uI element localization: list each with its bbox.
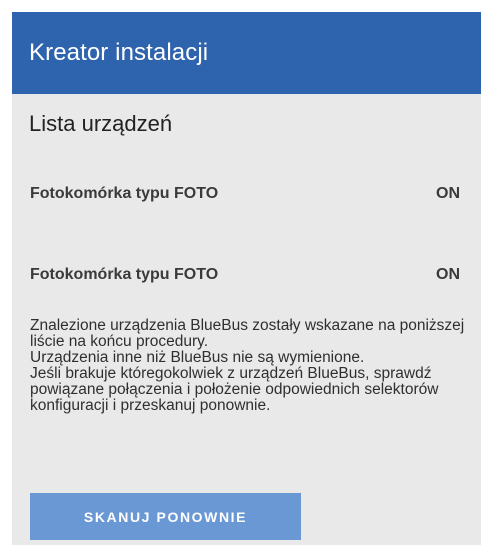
device-list-title: Lista urządzeń xyxy=(29,111,173,136)
device-status: ON xyxy=(436,185,460,202)
installation-wizard-panel: Kreator instalacji Lista urządzeń Fotoko… xyxy=(12,12,481,545)
page-title: Kreator instalacji xyxy=(29,39,209,66)
info-line: Urządzenia inne niż BlueBus nie są wymie… xyxy=(30,349,365,366)
list-item: Fotokomórka typu FOTO ON xyxy=(30,185,460,203)
info-line: Jeśli brakuje któregokolwiek z urządzeń … xyxy=(30,365,439,414)
info-text: Znalezione urządzenia BlueBus zostały ws… xyxy=(30,318,470,414)
device-status: ON xyxy=(436,266,460,283)
info-line: Znalezione urządzenia BlueBus zostały ws… xyxy=(30,317,465,350)
header: Kreator instalacji xyxy=(12,12,481,94)
rescan-button[interactable]: SKANUJ PONOWNIE xyxy=(30,493,301,540)
device-name: Fotokomórka typu FOTO xyxy=(30,266,219,283)
list-item: Fotokomórka typu FOTO ON xyxy=(30,266,460,284)
device-name: Fotokomórka typu FOTO xyxy=(30,185,219,202)
